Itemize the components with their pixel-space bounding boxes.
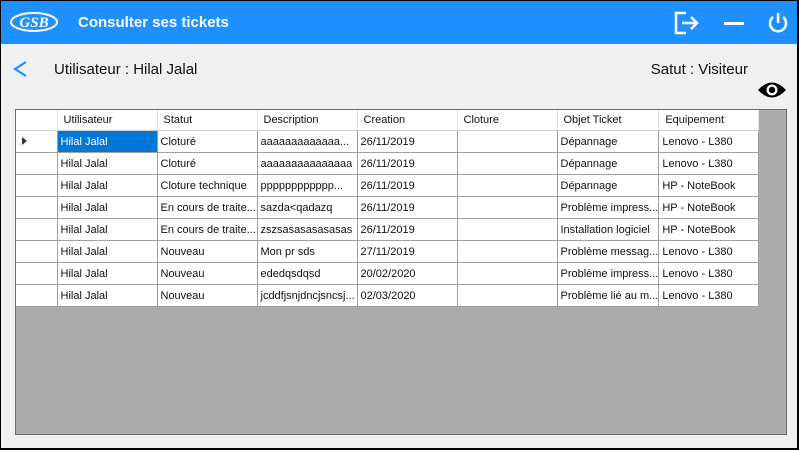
row-header[interactable] [16, 240, 58, 263]
cell-creation[interactable]: 26/11/2019 [357, 130, 458, 153]
title-bar: GSB Consulter ses tickets [1, 1, 797, 44]
cell-statut[interactable]: Nouveau [157, 240, 258, 263]
cell-utilisateur[interactable]: Hilal Jalal [57, 130, 158, 153]
cell-creation[interactable]: 26/11/2019 [357, 196, 458, 219]
cell-objet[interactable]: Dépannage [557, 174, 660, 197]
power-icon[interactable] [763, 9, 793, 37]
column-header[interactable]: Cloture [457, 110, 558, 131]
cell-equipement[interactable]: HP - NoteBook [658, 174, 760, 197]
header-row: Utilisateur Statut Description Creation … [16, 110, 760, 131]
cell-equipement[interactable]: HP - NoteBook [658, 218, 760, 241]
minimize-icon[interactable] [719, 9, 749, 37]
column-header[interactable]: Objet Ticket [557, 110, 660, 131]
cell-description[interactable]: ededqsdqsd [257, 262, 358, 285]
cell-statut[interactable]: En cours de traite... [157, 196, 258, 219]
cell-creation[interactable]: 27/11/2019 [357, 240, 458, 263]
cell-cloture[interactable] [457, 196, 558, 219]
cell-objet[interactable]: Problème messag... [557, 240, 660, 263]
cell-statut[interactable]: Cloturé [157, 130, 258, 153]
row-header-corner [16, 110, 58, 131]
cell-creation[interactable]: 26/11/2019 [357, 174, 458, 197]
column-header[interactable]: Description [257, 110, 358, 131]
chevron-left-icon [12, 61, 27, 77]
cell-objet[interactable]: Problème lié au m... [557, 284, 660, 307]
back-button[interactable] [11, 57, 31, 81]
cell-description[interactable]: aaaaaaaaaaaaa... [257, 130, 358, 153]
cell-statut[interactable]: Cloturé [157, 152, 258, 175]
cell-utilisateur[interactable]: Hilal Jalal [57, 262, 158, 285]
cell-cloture[interactable] [457, 240, 558, 263]
table-row[interactable]: Hilal Jalal Nouveau jcddfjsnjdncjsncsj... 0… [16, 284, 760, 307]
cell-cloture[interactable] [457, 218, 558, 241]
column-header[interactable]: Equipement [658, 110, 760, 131]
cell-equipement[interactable]: HP - NoteBook [658, 196, 760, 219]
status-label: Satut : Visiteur [650, 61, 748, 78]
gsb-logo: GSB [10, 12, 58, 32]
cell-cloture[interactable] [457, 174, 558, 197]
row-header[interactable] [16, 218, 58, 241]
cell-cloture[interactable] [457, 152, 558, 175]
tickets-table: Utilisateur Statut Description Creation … [16, 110, 760, 307]
cell-statut[interactable]: Cloture technique [157, 174, 258, 197]
user-label: Utilisateur : Hilal Jalal [54, 61, 198, 78]
cell-description[interactable]: Mon pr sds [257, 240, 358, 263]
cell-equipement[interactable]: Lenovo - L380 [658, 130, 760, 153]
row-header[interactable] [16, 262, 58, 285]
cell-description[interactable]: sazda<qadazq [257, 196, 358, 219]
cell-equipement[interactable]: Lenovo - L380 [658, 262, 760, 285]
cell-description[interactable]: pppppppppppp... [257, 174, 358, 197]
cell-cloture[interactable] [457, 284, 558, 307]
view-ticket-button[interactable] [756, 79, 788, 101]
table-row[interactable]: Hilal Jalal En cours de traite... sazda<qa… [16, 196, 760, 219]
cell-creation[interactable]: 26/11/2019 [357, 218, 458, 241]
cell-objet[interactable]: Problème impress... [557, 196, 660, 219]
cell-statut[interactable]: Nouveau [157, 262, 258, 285]
column-header[interactable]: Creation [357, 110, 458, 131]
cell-utilisateur[interactable]: Hilal Jalal [57, 152, 158, 175]
cell-equipement[interactable]: Lenovo - L380 [658, 240, 760, 263]
table-row[interactable]: Hilal Jalal Cloturé aaaaaaaaaaaaaaa 26/11/2… [16, 152, 760, 175]
cell-cloture[interactable] [457, 130, 558, 153]
cell-statut[interactable]: Nouveau [157, 284, 258, 307]
cell-utilisateur[interactable]: Hilal Jalal [57, 196, 158, 219]
cell-objet[interactable]: Dépannage [557, 152, 660, 175]
cell-equipement[interactable]: Lenovo - L380 [658, 284, 760, 307]
column-header[interactable]: Utilisateur [57, 110, 158, 131]
app-window: GSB Consulter ses tickets Utilisateur : … [1, 1, 797, 448]
row-header[interactable] [16, 284, 58, 307]
table-row[interactable]: Hilal Jalal Cloturé aaaaaaaaaaaaa... 26/11/… [16, 130, 760, 153]
cell-creation[interactable]: 02/03/2020 [357, 284, 458, 307]
cell-objet[interactable]: Dépannage [557, 130, 660, 153]
table-row[interactable]: Hilal Jalal Nouveau Mon pr sds 27/11/2019 Pr… [16, 240, 760, 263]
cell-creation[interactable]: 20/02/2020 [357, 262, 458, 285]
cell-equipement[interactable]: Lenovo - L380 [658, 152, 760, 175]
window-title: Consulter ses tickets [78, 14, 229, 31]
current-row-arrow-icon [22, 136, 27, 145]
cell-cloture[interactable] [457, 262, 558, 285]
cell-utilisateur[interactable]: Hilal Jalal [57, 174, 158, 197]
table-row[interactable]: Hilal Jalal Nouveau ededqsdqsd 20/02/2020 Pr… [16, 262, 760, 285]
cell-description[interactable]: aaaaaaaaaaaaaaa [257, 152, 358, 175]
table-row[interactable]: Hilal Jalal En cours de traite... zszsasas… [16, 218, 760, 241]
cell-utilisateur[interactable]: Hilal Jalal [57, 218, 158, 241]
row-header[interactable] [16, 174, 58, 197]
cell-objet[interactable]: Installation logiciel [557, 218, 660, 241]
cell-statut[interactable]: En cours de traite... [157, 218, 258, 241]
row-header[interactable] [16, 152, 58, 175]
eye-icon [758, 82, 786, 98]
cell-utilisateur[interactable]: Hilal Jalal [57, 240, 158, 263]
row-header[interactable] [16, 130, 58, 153]
cell-utilisateur[interactable]: Hilal Jalal [57, 284, 158, 307]
cell-creation[interactable]: 26/11/2019 [357, 152, 458, 175]
cell-description[interactable]: jcddfjsnjdncjsncsj... [257, 284, 358, 307]
column-header[interactable]: Statut [157, 110, 258, 131]
logout-icon[interactable] [671, 9, 701, 37]
tickets-grid[interactable]: Utilisateur Statut Description Creation … [15, 109, 787, 435]
table-row[interactable]: Hilal Jalal Cloture technique pppppppppppp… [16, 174, 760, 197]
row-header[interactable] [16, 196, 58, 219]
cell-description[interactable]: zszsasasasasasas [257, 218, 358, 241]
cell-objet[interactable]: Problème impress... [557, 262, 660, 285]
svg-text:GSB: GSB [19, 15, 48, 31]
